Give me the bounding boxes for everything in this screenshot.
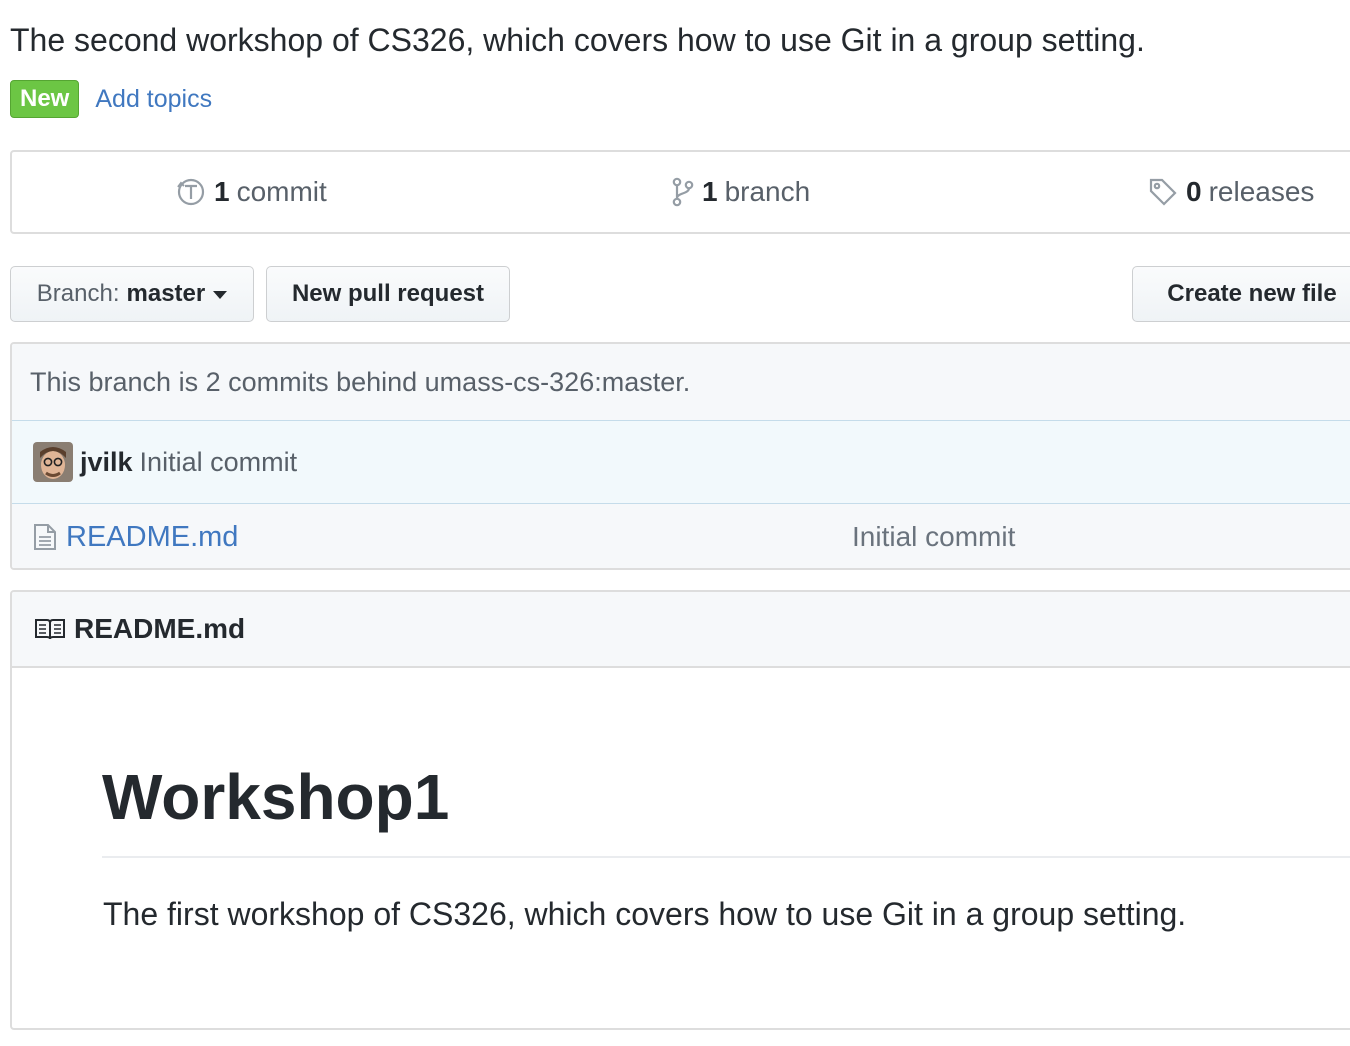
readme-divider [102,856,1350,858]
releases-count: 0 [1186,176,1202,207]
readme-title: README.md [74,613,246,644]
file-commit-message-link[interactable]: Initial commit [852,504,1015,568]
commits-summary-link[interactable]: 1 commit [176,152,327,232]
commits-count: 1 [214,176,230,207]
add-topics-link[interactable]: Add topics [95,85,212,114]
topics-row: New Add topics [10,80,212,118]
tag-icon [1149,178,1177,206]
repo-description: The second workshop of CS326, which cove… [10,22,1145,58]
commit-author-link[interactable]: jvilk [80,447,133,478]
commits-label: commit [236,176,327,207]
branch-status: This branch is 2 commits behind umass-cs… [12,344,1350,421]
new-badge: New [10,80,80,118]
releases-label: releases [1208,176,1315,207]
releases-summary-link[interactable]: 0 releases [1148,152,1314,232]
create-new-file-button[interactable]: Create new file [1132,266,1350,322]
branches-count: 1 [702,176,718,207]
file-name-link[interactable]: README.md [66,521,238,554]
latest-commit-message[interactable]: Initial commit [140,447,298,478]
branches-label: branch [724,176,811,207]
latest-commit-bar: jvilk Initial commit [12,421,1350,504]
table-row: README.md Initial commit [12,504,1350,568]
new-pull-request-button[interactable]: New pull request [266,266,510,322]
readme-heading: Workshop1 [102,761,450,833]
readme-paragraph: The first workshop of CS326, which cover… [103,896,1187,932]
chevron-down-icon [213,291,228,299]
file-navigation-box: This branch is 2 commits behind umass-cs… [10,342,1350,570]
branch-select-button[interactable]: Branch: master [10,266,254,322]
readme-header: README.md [12,592,1350,668]
git-branch-icon [672,177,694,207]
avatar[interactable] [33,442,73,482]
branch-prefix: Branch: [36,280,120,307]
numbers-summary: 1 commit 1 branch 0 releases [10,150,1350,234]
branches-summary-link[interactable]: 1 branch [672,152,810,232]
file-text-icon [34,524,56,550]
branch-name: master [126,280,206,307]
history-icon [177,178,205,206]
book-icon [35,619,65,640]
readme-box: README.md Workshop1 The first workshop o… [10,590,1350,1030]
